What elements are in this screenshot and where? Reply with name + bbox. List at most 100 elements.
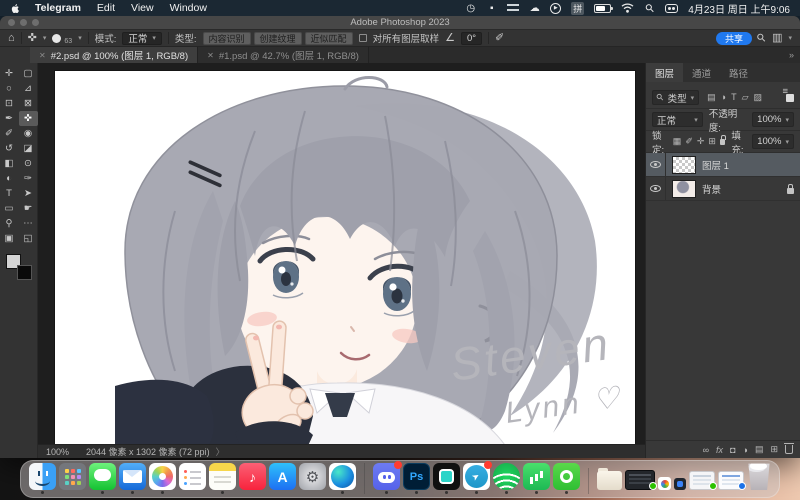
reminders-dock-icon[interactable] [179, 463, 206, 494]
green-app-dock-icon[interactable] [553, 463, 580, 494]
active-tool-icon[interactable]: ✜ [28, 33, 37, 44]
photos-dock-icon[interactable] [149, 463, 176, 494]
close-tab-icon[interactable]: ✕ [207, 51, 214, 60]
panel-tab-channels[interactable]: 通道 [683, 63, 720, 82]
brush-preview-icon[interactable] [52, 34, 61, 43]
window-titlebar[interactable]: Adobe Photoshop 2023 [0, 16, 800, 30]
menu-window[interactable]: Window [170, 2, 207, 14]
brush-tool-icon[interactable]: ✐ [0, 126, 19, 141]
control-center-icon[interactable] [665, 4, 678, 13]
gradient-tool-icon[interactable]: ◧ [0, 156, 19, 171]
frame-tool-icon[interactable]: ⊠ [19, 96, 38, 111]
type-content-aware[interactable]: 内容识别 [203, 32, 251, 45]
filter-shape-layers-icon[interactable]: ▱ [742, 92, 749, 103]
layer-effects-icon[interactable]: fx [716, 445, 723, 455]
marquee-tool-icon[interactable]: ▢ [19, 66, 38, 81]
minimized-window-dark-dock-icon[interactable] [625, 470, 655, 494]
spot-healing-brush-tool-icon[interactable]: ✜ [19, 111, 38, 126]
launchpad-dock-icon[interactable] [59, 463, 86, 494]
filter-pixel-layers-icon[interactable]: ▤ [707, 92, 716, 103]
delete-layer-icon[interactable] [785, 445, 793, 454]
type-tool-icon[interactable]: T [0, 186, 19, 201]
filter-type-layers-icon[interactable]: T [731, 92, 737, 103]
doc-tab-1[interactable]: ✕ #1.psd @ 42.7% (图层 1, RGB/8) [198, 47, 369, 63]
layer-mask-icon[interactable]: ◘ [730, 445, 735, 455]
screen-mode-icon[interactable]: ◱ [19, 231, 38, 246]
music-bars-dock-icon[interactable] [523, 463, 550, 494]
doc-tab-2[interactable]: ✕ #2.psd @ 100% (图层 1, RGB/8) [30, 47, 198, 63]
brush-picker-caret-icon[interactable]: ▾ [78, 34, 82, 42]
workspace-caret-icon[interactable]: ▾ [788, 34, 792, 42]
icloud-icon[interactable]: ☁ [529, 2, 540, 14]
hand-tool-icon[interactable]: ☛ [19, 201, 38, 216]
quick-mask-icon[interactable]: ▣ [0, 231, 19, 246]
fill-dropdown[interactable]: 100%▾ [752, 134, 794, 149]
clone-stamp-tool-icon[interactable]: ◉ [19, 126, 38, 141]
sample-all-layers-checkbox[interactable] [359, 34, 367, 42]
capcut-dock-icon[interactable] [433, 463, 460, 494]
layer-filter-kind-dropdown[interactable]: ⚲ 类型 ▾ [652, 90, 699, 105]
telegram-dock-icon[interactable]: ➤ [463, 463, 490, 494]
shape-tool-icon[interactable]: ▭ [0, 201, 19, 216]
filter-toggle-icon[interactable] [786, 94, 794, 102]
document-canvas-artwork[interactable]: Steven Lynn ♡ [55, 71, 635, 448]
share-button[interactable]: 共享 [716, 32, 752, 45]
frontmost-app-name[interactable]: Telegram [35, 2, 81, 14]
type-create-texture[interactable]: 创建纹理 [254, 32, 302, 45]
path-select-tool-icon[interactable]: ➤ [19, 186, 38, 201]
documents-folder-dock-icon[interactable] [588, 468, 622, 494]
menu-view[interactable]: View [131, 2, 154, 14]
object-selection-tool-icon[interactable]: ⊿ [19, 81, 38, 96]
wifi-icon[interactable] [621, 2, 634, 14]
history-brush-tool-icon[interactable]: ↺ [0, 141, 19, 156]
stats-widget-icon[interactable] [507, 2, 519, 14]
pen-pressure-icon[interactable]: ✐ [495, 33, 504, 44]
home-icon[interactable]: ⌂ [8, 33, 15, 44]
layer-group-icon[interactable]: ▤ [755, 444, 764, 455]
discord-dock-icon[interactable] [364, 463, 400, 494]
notes-dock-icon[interactable] [209, 463, 236, 494]
zoom-tool-icon[interactable]: ⚲ [0, 216, 19, 231]
lock-position-icon[interactable]: ✛ [697, 136, 705, 147]
mail-dock-icon[interactable] [119, 463, 146, 494]
mode-dropdown[interactable]: 正常 ▾ [122, 32, 162, 45]
edit-toolbar-icon[interactable]: ⋯ [19, 216, 38, 231]
app-widget-icon[interactable]: ▪ [486, 2, 497, 14]
spotlight-icon[interactable]: ⚲ [642, 0, 658, 16]
canvas-area[interactable]: Steven Lynn ♡ 100% 2044 像素 x 1302 像素 (72… [38, 63, 645, 458]
opacity-dropdown[interactable]: 100%▾ [752, 112, 794, 127]
messages-dock-icon[interactable] [89, 463, 116, 494]
trash-dock-icon[interactable] [747, 462, 771, 494]
lock-pixels-icon[interactable]: ✐ [685, 136, 693, 147]
apple-menu-icon[interactable] [10, 3, 21, 14]
adjustment-layer-icon[interactable]: ◑ [743, 445, 748, 455]
now-playing-icon[interactable]: ▶ [550, 3, 561, 14]
search-icon[interactable]: ⚲ [755, 31, 768, 44]
workspace-switcher-icon[interactable]: ▥ [772, 33, 782, 44]
pinyin-input-icon[interactable]: 拼 [571, 2, 584, 15]
lasso-tool-icon[interactable]: ○ [0, 81, 19, 96]
panel-tab-paths[interactable]: 路径 [720, 63, 757, 82]
type-proximity-match[interactable]: 近似匹配 [305, 32, 353, 45]
eyedropper-tool-icon[interactable]: ✒ [0, 111, 19, 126]
close-tab-icon[interactable]: ✕ [39, 51, 46, 60]
menubar-clock[interactable]: 4月23日 周日 上午9:06 [688, 1, 790, 16]
photoshop-dock-icon[interactable]: Ps [403, 463, 430, 494]
finder-dock-icon[interactable] [29, 463, 56, 494]
mini-color-app-dock-icon[interactable] [658, 477, 671, 494]
pen-tool-icon[interactable]: ✑ [19, 171, 38, 186]
mini-blue-app-dock-icon[interactable] [674, 478, 686, 494]
blur-tool-icon[interactable]: ⊙ [19, 156, 38, 171]
lock-artboard-icon[interactable]: ⊞ [708, 136, 716, 147]
layer-name[interactable]: 背景 [702, 182, 781, 196]
settings-dock-icon[interactable]: ⚙ [299, 463, 326, 494]
panel-collapse-icon[interactable]: » [789, 50, 794, 60]
clock-widget-icon[interactable]: ◷ [465, 2, 476, 14]
battery-icon[interactable] [594, 4, 611, 13]
layer-row-layer1[interactable]: 图层 1 [646, 153, 800, 177]
lock-transparent-icon[interactable]: ▦ [673, 136, 682, 147]
menu-edit[interactable]: Edit [97, 2, 115, 14]
new-layer-icon[interactable]: ⊞ [770, 444, 778, 455]
layer-thumbnail[interactable] [672, 180, 696, 198]
angle-input[interactable]: 0° [461, 32, 482, 45]
